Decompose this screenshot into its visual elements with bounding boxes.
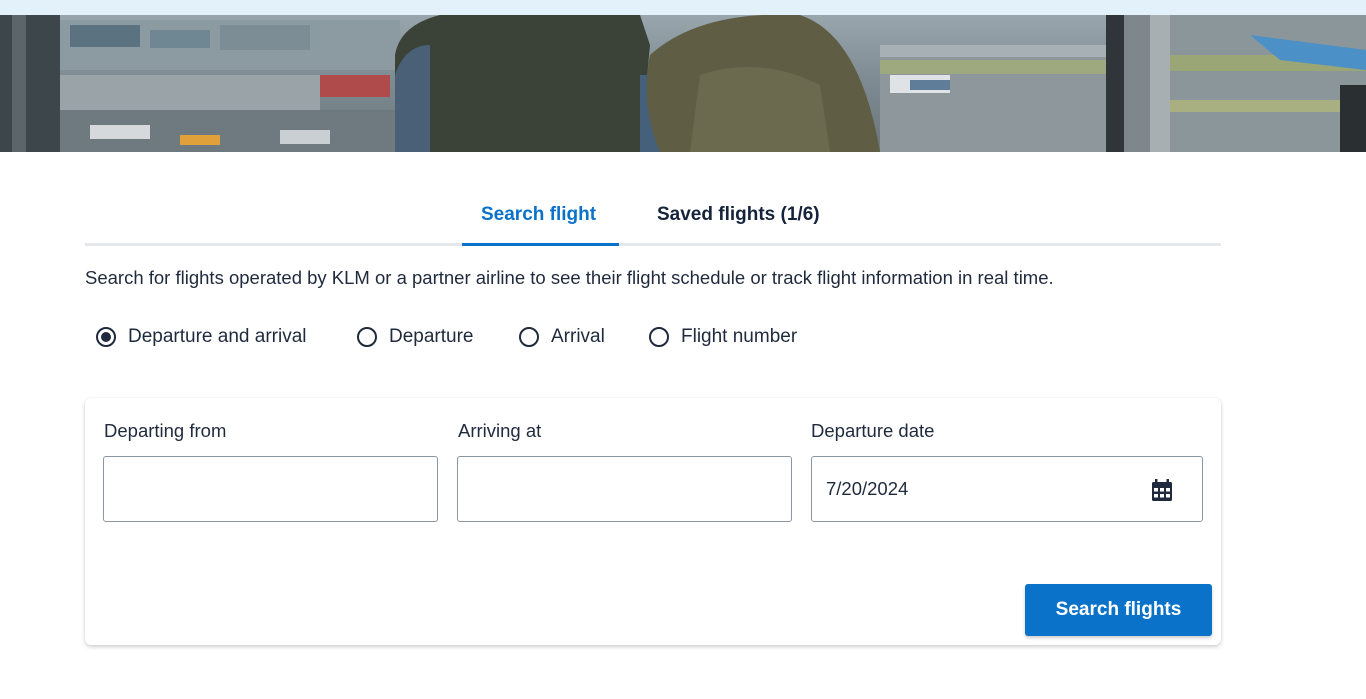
search-flights-button[interactable]: Search flights xyxy=(1025,584,1212,636)
hero-image xyxy=(0,15,1366,152)
radio-label: Departure xyxy=(389,326,474,347)
radio-unselected-icon[interactable] xyxy=(649,327,669,347)
radio-label: Arrival xyxy=(551,326,605,347)
radio-arrival[interactable]: Arrival xyxy=(519,323,605,351)
intro-text: Search for flights operated by KLM or a … xyxy=(85,267,1054,288)
radio-departure-and-arrival[interactable]: Departure and arrival xyxy=(96,323,306,351)
flight-tabs: Search flight Saved flights (1/6) xyxy=(85,186,1221,246)
radio-unselected-icon[interactable] xyxy=(357,327,377,347)
tabs-divider xyxy=(85,243,1221,246)
calendar-icon[interactable] xyxy=(1150,478,1174,502)
radio-label: Flight number xyxy=(681,326,798,347)
radio-label: Departure and arrival xyxy=(128,326,307,347)
tab-saved-flights[interactable]: Saved flights (1/6) xyxy=(657,204,820,226)
top-strip xyxy=(0,0,1366,15)
departing-from-input[interactable] xyxy=(104,457,437,521)
radio-unselected-icon[interactable] xyxy=(519,327,539,347)
arriving-at-input[interactable] xyxy=(458,457,791,521)
departure-date-label: Departure date xyxy=(811,420,935,441)
tab-search-flight[interactable]: Search flight xyxy=(481,204,596,226)
radio-departure[interactable]: Departure xyxy=(357,323,474,351)
radio-flight-number[interactable]: Flight number xyxy=(649,323,797,351)
departing-from-label: Departing from xyxy=(104,420,227,441)
arriving-at-label: Arriving at xyxy=(458,420,542,441)
departing-from-field[interactable] xyxy=(103,456,438,522)
departure-date-field[interactable] xyxy=(811,456,1203,522)
active-tab-indicator xyxy=(462,243,619,246)
radio-selected-icon[interactable] xyxy=(96,327,116,347)
departure-date-input[interactable] xyxy=(812,457,1202,521)
arriving-at-field[interactable] xyxy=(457,456,792,522)
flight-search-form: Departing from Arriving at Departure dat… xyxy=(85,398,1221,645)
